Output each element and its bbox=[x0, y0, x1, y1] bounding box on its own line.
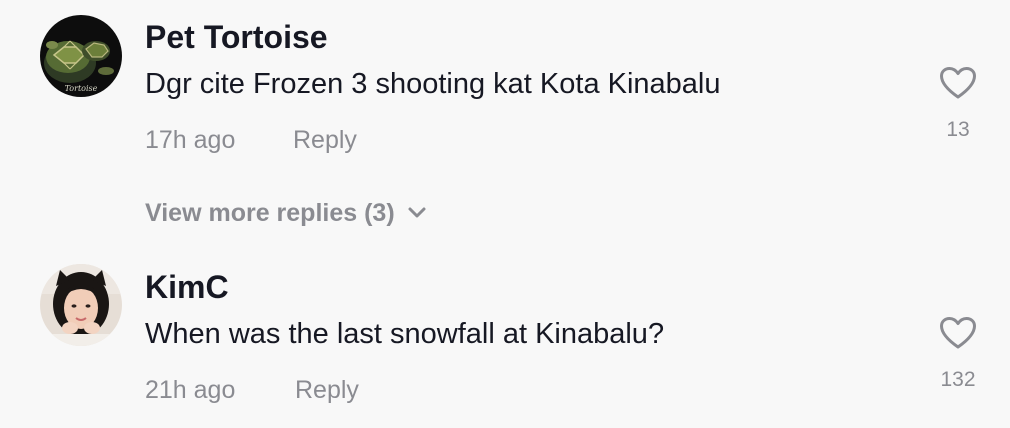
reply-button[interactable]: Reply bbox=[295, 374, 359, 406]
svg-text:Tortoise: Tortoise bbox=[65, 84, 98, 93]
heart-icon[interactable] bbox=[939, 316, 977, 350]
user-photo-avatar[interactable] bbox=[40, 264, 122, 346]
comment-timestamp: 17h ago bbox=[145, 126, 236, 154]
avatar-image: Tortoise bbox=[40, 15, 122, 97]
chevron-down-icon bbox=[408, 207, 426, 218]
comment-text: When was the last snowfall at Kinabalu? bbox=[145, 318, 665, 350]
comment-username[interactable]: KimC bbox=[145, 267, 229, 307]
like-count: 13 bbox=[946, 118, 970, 141]
like-count: 132 bbox=[940, 368, 976, 391]
comment-text: Dgr cite Frozen 3 shooting kat Kota Kina… bbox=[145, 68, 721, 100]
tortoise-avatar[interactable]: Tortoise bbox=[40, 15, 122, 97]
comment-timestamp: 21h ago bbox=[145, 376, 236, 404]
view-more-replies-button[interactable]: View more replies (3) bbox=[145, 196, 427, 230]
comment-username[interactable]: Pet Tortoise bbox=[145, 17, 328, 57]
avatar-image bbox=[40, 264, 122, 346]
heart-icon[interactable] bbox=[939, 66, 977, 100]
reply-button[interactable]: Reply bbox=[293, 124, 357, 156]
comment-list: Tortoise Pet Tortoise Dgr cite Frozen 3 … bbox=[0, 0, 1010, 428]
view-more-label: View more replies (3) bbox=[145, 199, 395, 227]
